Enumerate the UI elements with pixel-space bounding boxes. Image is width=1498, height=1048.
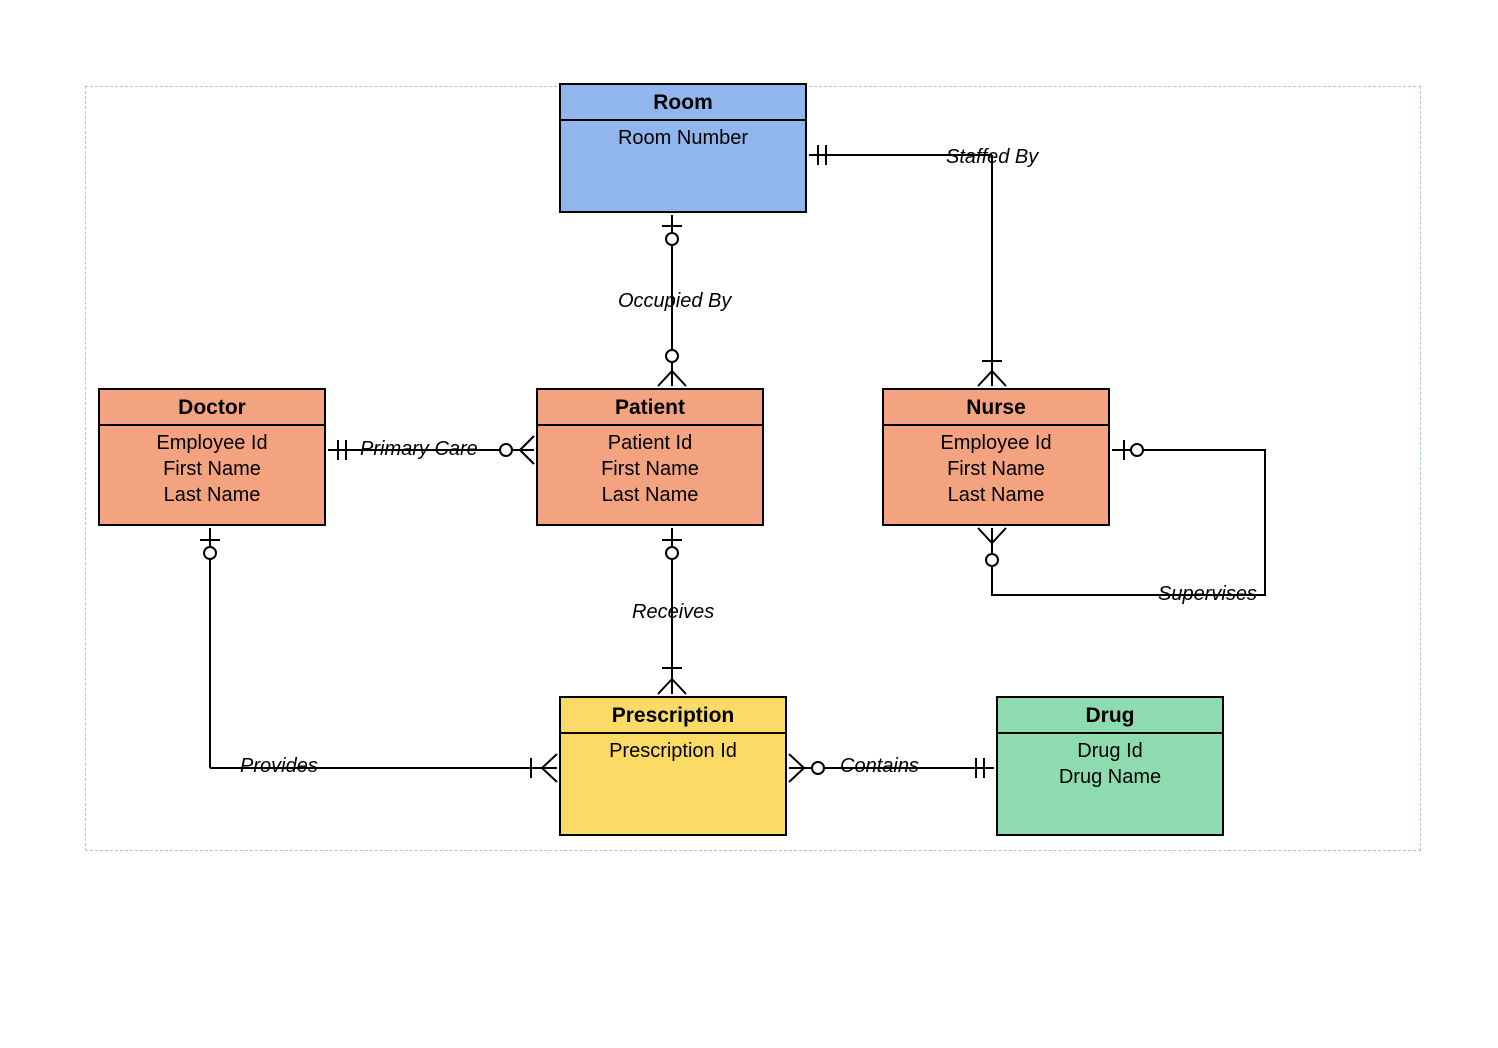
attr: Employee Id (106, 430, 318, 456)
entity-doctor-attrs: Employee Id First Name Last Name (100, 426, 324, 512)
entity-patient-title: Patient (538, 390, 762, 426)
entity-drug-attrs: Drug Id Drug Name (998, 734, 1222, 794)
entity-room-title: Room (561, 85, 805, 121)
entity-drug[interactable]: Drug Drug Id Drug Name (996, 696, 1224, 836)
attr: Drug Name (1004, 764, 1216, 790)
entity-nurse[interactable]: Nurse Employee Id First Name Last Name (882, 388, 1110, 526)
entity-prescription-attrs: Prescription Id (561, 734, 785, 768)
entity-doctor-title: Doctor (100, 390, 324, 426)
rel-supervises-label: Supervises (1158, 583, 1257, 606)
attr: Last Name (890, 482, 1102, 508)
rel-receives-label: Receives (632, 601, 714, 624)
entity-nurse-title: Nurse (884, 390, 1108, 426)
attr: Employee Id (890, 430, 1102, 456)
rel-staffedby-label: Staffed By (946, 146, 1038, 169)
entity-room[interactable]: Room Room Number (559, 83, 807, 213)
entity-patient[interactable]: Patient Patient Id First Name Last Name (536, 388, 764, 526)
entity-doctor[interactable]: Doctor Employee Id First Name Last Name (98, 388, 326, 526)
entity-prescription-title: Prescription (561, 698, 785, 734)
rel-occupiedby-label: Occupied By (618, 290, 731, 313)
attr: Last Name (106, 482, 318, 508)
entity-nurse-attrs: Employee Id First Name Last Name (884, 426, 1108, 512)
attr: Patient Id (544, 430, 756, 456)
rel-contains-label: Contains (840, 755, 919, 778)
rel-primarycare-label: Primary Care (360, 438, 478, 461)
entity-prescription[interactable]: Prescription Prescription Id (559, 696, 787, 836)
entity-patient-attrs: Patient Id First Name Last Name (538, 426, 762, 512)
attr: Prescription Id (567, 738, 779, 764)
rel-provides-label: Provides (240, 755, 318, 778)
attr: First Name (890, 456, 1102, 482)
entity-room-attrs: Room Number (561, 121, 805, 155)
attr: First Name (106, 456, 318, 482)
attr: Drug Id (1004, 738, 1216, 764)
attr: First Name (544, 456, 756, 482)
attr: Room Number (567, 125, 799, 151)
entity-drug-title: Drug (998, 698, 1222, 734)
attr: Last Name (544, 482, 756, 508)
